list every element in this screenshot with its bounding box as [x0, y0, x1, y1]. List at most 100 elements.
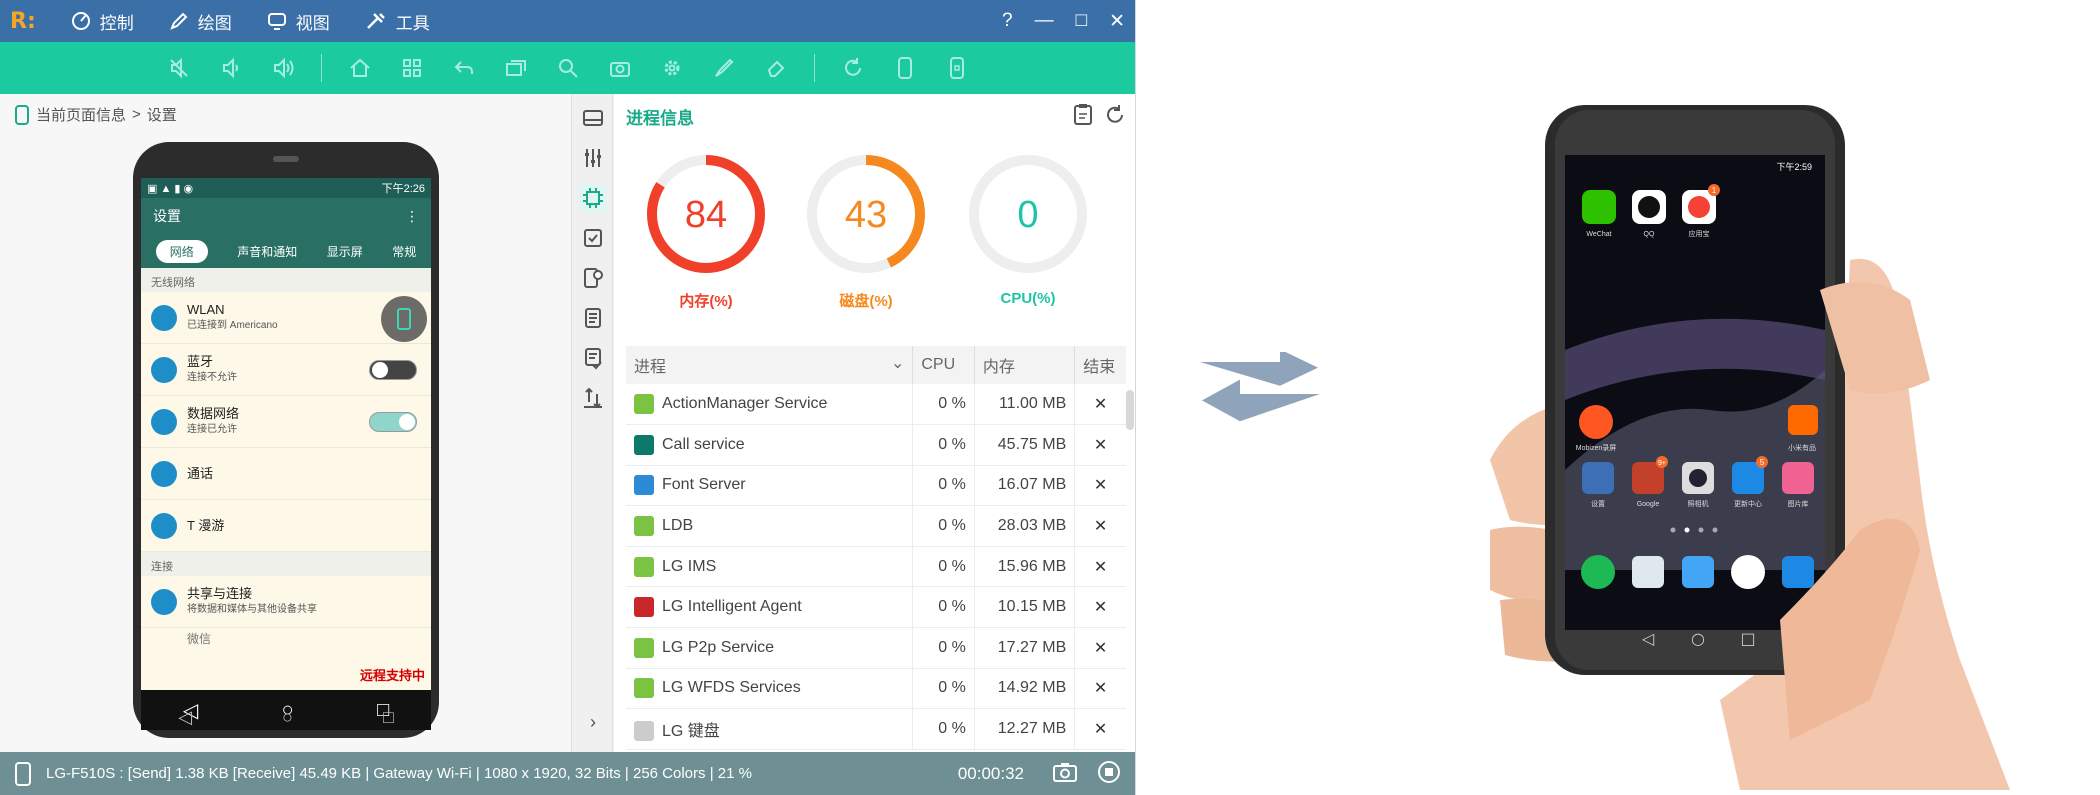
- close-button[interactable]: ✕: [1109, 10, 1125, 33]
- table-row[interactable]: LDB 0 % 28.03 MB ✕: [626, 505, 1126, 547]
- transfer-icon[interactable]: [579, 384, 607, 412]
- volume-down-icon[interactable]: [211, 48, 251, 88]
- col-cpu[interactable]: CPU: [912, 346, 975, 384]
- home-icon[interactable]: [340, 48, 380, 88]
- tab-display[interactable]: 显示屏: [327, 243, 363, 260]
- menu-view[interactable]: 视图: [266, 9, 330, 34]
- minimize-button[interactable]: —: [1035, 10, 1054, 32]
- settings-app-icon[interactable]: [1582, 462, 1614, 494]
- dock-apps-icon[interactable]: [1731, 555, 1765, 589]
- col-memory[interactable]: 内存: [974, 346, 1076, 384]
- menu-tools[interactable]: 工具: [364, 9, 430, 34]
- setting-row-share[interactable]: 共享与连接 将数据和媒体与其他设备共享: [141, 576, 431, 628]
- sliders-icon[interactable]: [579, 144, 607, 172]
- phone-lock-icon[interactable]: [937, 48, 977, 88]
- status-icons: ▣ ▲ ▮ ◉: [147, 182, 194, 195]
- hw-back-icon[interactable]: ◁: [178, 707, 192, 728]
- bluetooth-toggle[interactable]: [369, 360, 417, 380]
- dock-browser-icon[interactable]: [1782, 556, 1814, 588]
- screenshot-icon[interactable]: [1052, 761, 1078, 787]
- maximize-button[interactable]: □: [1076, 10, 1087, 32]
- setting-row-bluetooth[interactable]: 蓝牙 连接不允许: [141, 344, 431, 396]
- end-process-button[interactable]: ✕: [1074, 424, 1126, 466]
- camera-icon[interactable]: [600, 48, 640, 88]
- table-row[interactable]: LG WFDS Services 0 % 14.92 MB ✕: [626, 668, 1126, 710]
- record-icon[interactable]: [1096, 759, 1122, 789]
- storage-icon[interactable]: [579, 104, 607, 132]
- table-row[interactable]: Call service 0 % 45.75 MB ✕: [626, 424, 1126, 466]
- table-row[interactable]: LG P2p Service 0 % 17.27 MB ✕: [626, 627, 1126, 669]
- end-process-button[interactable]: ✕: [1074, 586, 1126, 629]
- end-process-button[interactable]: ✕: [1074, 668, 1126, 710]
- process-memory: 17.27 MB: [974, 627, 1076, 669]
- hw-recent-icon[interactable]: □: [383, 707, 394, 728]
- phone-icon[interactable]: [885, 48, 925, 88]
- table-row[interactable]: ActionManager Service 0 % 11.00 MB ✕: [626, 384, 1126, 426]
- mirrored-screen[interactable]: ▣ ▲ ▮ ◉ 下午2:26 设置 ⋮ 网络 声音和通知 显示屏 常规 无线网络: [141, 178, 431, 690]
- wechat-icon[interactable]: [1582, 190, 1616, 224]
- search-icon[interactable]: [548, 48, 588, 88]
- reload-icon[interactable]: [1104, 102, 1126, 131]
- menu-control-label: 控制: [99, 13, 134, 33]
- menu-control[interactable]: 控制: [70, 9, 134, 34]
- tab-sound[interactable]: 声音和通知: [237, 243, 297, 260]
- setting-row-data[interactable]: 数据网络 连接已允许: [141, 396, 431, 448]
- help-button[interactable]: ?: [1002, 10, 1013, 32]
- setting-row-wlan[interactable]: WLAN 已连接到 Americano: [141, 292, 431, 344]
- table-row[interactable]: LG 键盘 0 % 12.27 MB ✕: [626, 708, 1126, 750]
- app-manager-icon[interactable]: [579, 264, 607, 292]
- expand-icon[interactable]: ›: [579, 708, 607, 736]
- hw-home-icon[interactable]: ○: [282, 707, 293, 728]
- apps-icon[interactable]: [392, 48, 432, 88]
- process-name-cell: LG IMS: [626, 546, 914, 588]
- brush-icon[interactable]: [704, 48, 744, 88]
- menu-draw[interactable]: 绘图: [168, 9, 232, 34]
- data-toggle[interactable]: [369, 412, 417, 432]
- process-memory: 15.96 MB: [974, 546, 1076, 588]
- document-icon[interactable]: [579, 304, 607, 332]
- gallery-icon[interactable]: [1782, 462, 1814, 494]
- dock-contacts-icon[interactable]: [1632, 556, 1664, 588]
- log-icon[interactable]: [579, 344, 607, 372]
- setting-row-call[interactable]: 通话: [141, 448, 431, 500]
- tools-icon: [366, 13, 385, 29]
- process-cpu: 0 %: [912, 708, 975, 750]
- end-process-button[interactable]: ✕: [1074, 465, 1126, 507]
- more-icon[interactable]: ⋮: [405, 208, 419, 225]
- xiaomi-youpin-icon[interactable]: [1788, 405, 1818, 435]
- dock-weather-icon[interactable]: [1682, 556, 1714, 588]
- table-row[interactable]: LG IMS 0 % 15.96 MB ✕: [626, 546, 1126, 588]
- end-process-button[interactable]: ✕: [1074, 627, 1126, 669]
- eraser-icon[interactable]: [756, 48, 796, 88]
- hand-back-icon[interactable]: ◁: [1641, 629, 1655, 648]
- clipboard-icon[interactable]: [1072, 102, 1094, 131]
- breadcrumb-current: 设置: [146, 107, 177, 124]
- setting-row-roaming[interactable]: T 漫游: [141, 500, 431, 552]
- hand-home-icon[interactable]: ○: [1691, 629, 1705, 648]
- checklist-icon[interactable]: [579, 224, 607, 252]
- end-process-button[interactable]: ✕: [1074, 708, 1126, 750]
- volume-up-icon[interactable]: [263, 48, 303, 88]
- table-scrollbar[interactable]: [1126, 390, 1134, 430]
- refresh-icon[interactable]: [833, 48, 873, 88]
- end-process-button[interactable]: ✕: [1074, 384, 1126, 426]
- mobizen-icon[interactable]: [1579, 405, 1613, 439]
- recent-icon[interactable]: [496, 48, 536, 88]
- table-row[interactable]: Font Server 0 % 16.07 MB ✕: [626, 465, 1126, 507]
- svg-text:照相机: 照相机: [1688, 499, 1709, 508]
- dock-phone-icon[interactable]: [1581, 555, 1615, 589]
- disk-gauge-value: 43: [845, 194, 887, 236]
- col-process[interactable]: 进程 ⌄: [626, 346, 914, 384]
- end-process-button[interactable]: ✕: [1074, 546, 1126, 588]
- table-row[interactable]: LG Intelligent Agent 0 % 10.15 MB ✕: [626, 586, 1126, 629]
- mute-icon[interactable]: [159, 48, 199, 88]
- back-icon[interactable]: [444, 48, 484, 88]
- breadcrumb-page[interactable]: 当前页面信息: [36, 104, 126, 125]
- tab-general[interactable]: 常规: [392, 243, 416, 260]
- share-icon: [151, 588, 177, 615]
- processor-icon[interactable]: [579, 184, 607, 212]
- hand-recent-icon[interactable]: □: [1740, 629, 1755, 648]
- end-process-button[interactable]: ✕: [1074, 505, 1126, 547]
- settings-icon[interactable]: [652, 48, 692, 88]
- tab-network[interactable]: 网络: [155, 239, 208, 263]
